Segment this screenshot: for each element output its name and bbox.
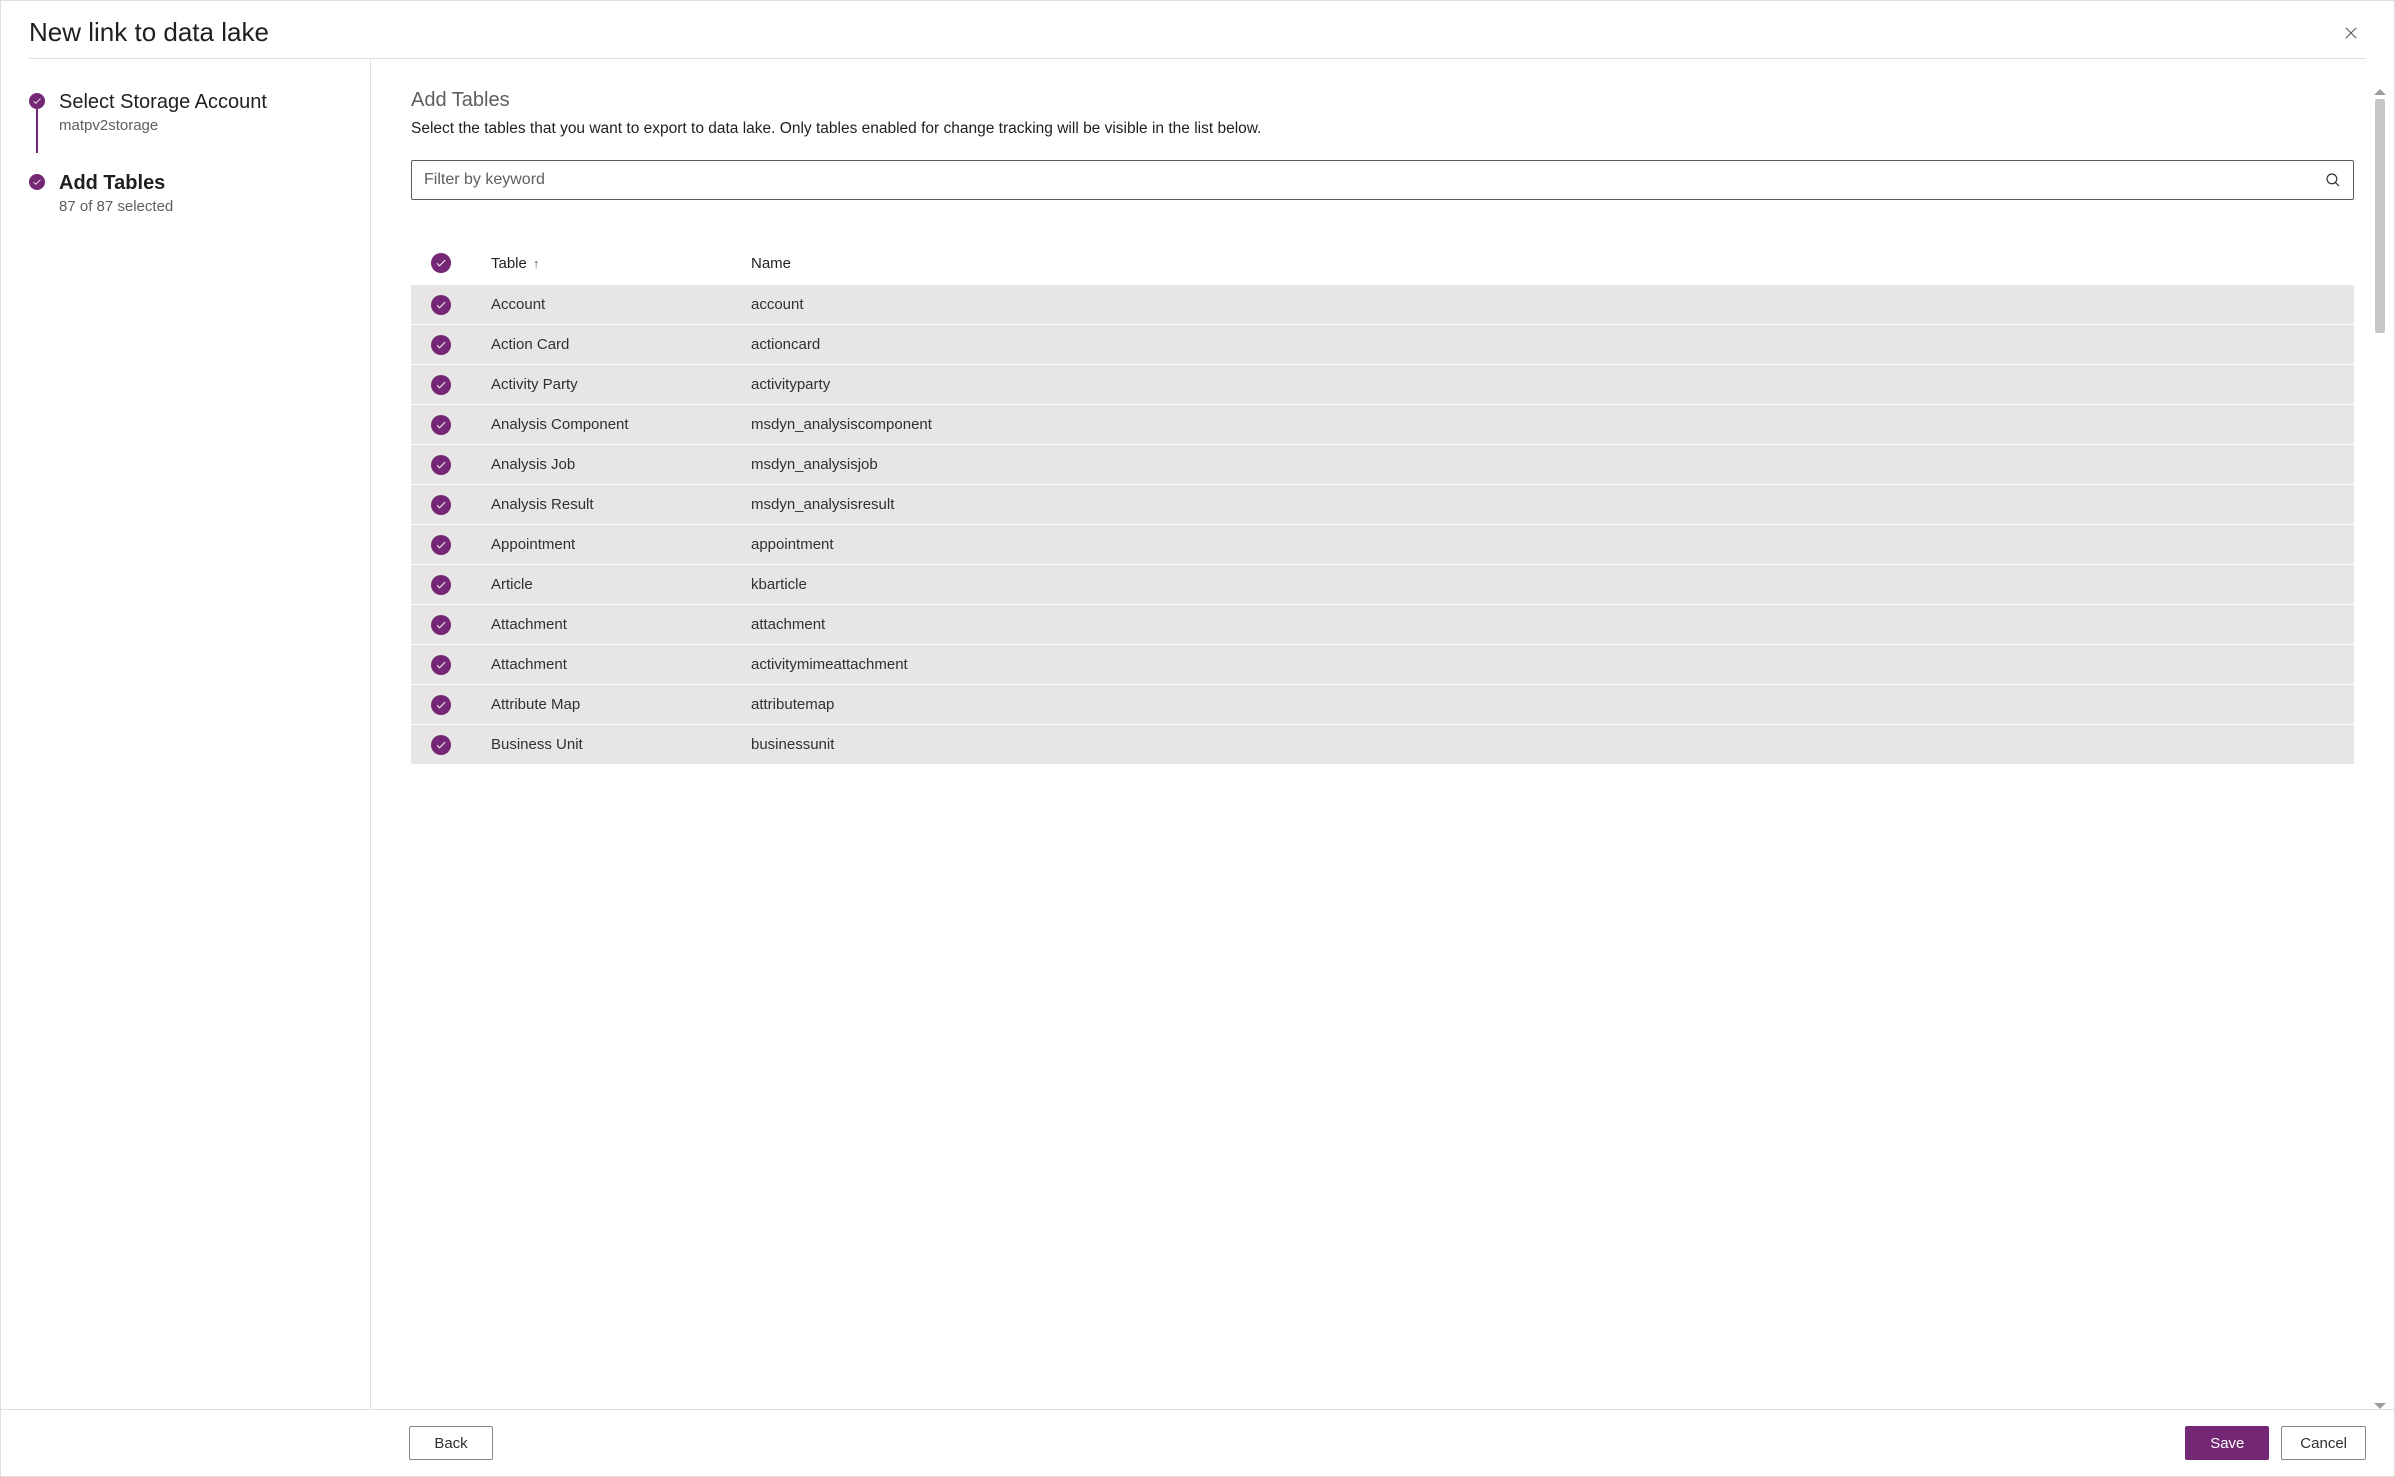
cell-table: Attachment	[491, 616, 751, 633]
dialog-title: New link to data lake	[29, 17, 269, 48]
table-row[interactable]: Business Unitbusinessunit	[411, 724, 2354, 764]
dialog-footer: Back Save Cancel	[1, 1409, 2394, 1476]
row-checkbox[interactable]	[431, 335, 451, 355]
filter-wrapper	[411, 160, 2354, 200]
dialog-header: New link to data lake	[1, 1, 2394, 58]
sort-ascending-icon: ↑	[533, 256, 540, 271]
cell-table: Attribute Map	[491, 696, 751, 713]
table-row[interactable]: Articlekbarticle	[411, 564, 2354, 604]
cell-table: Activity Party	[491, 376, 751, 393]
check-icon	[29, 93, 45, 109]
table-row[interactable]: Attachmentactivitymimeattachment	[411, 644, 2354, 684]
cell-name: activitymimeattachment	[751, 656, 2344, 673]
cell-name: msdyn_analysiscomponent	[751, 416, 2344, 433]
step-title: Select Storage Account	[59, 89, 267, 115]
cell-table: Business Unit	[491, 736, 751, 753]
table-row[interactable]: Attribute Mapattributemap	[411, 684, 2354, 724]
step-subtitle: matpv2storage	[59, 117, 267, 134]
save-button[interactable]: Save	[2185, 1426, 2269, 1460]
step-subtitle: 87 of 87 selected	[59, 198, 173, 215]
table-row[interactable]: Accountaccount	[411, 284, 2354, 324]
cell-table: Analysis Component	[491, 416, 751, 433]
main-panel: Add Tables Select the tables that you wa…	[371, 59, 2394, 1409]
column-label: Name	[751, 255, 791, 272]
step-select-storage-account[interactable]: Select Storage Account matpv2storage	[29, 89, 350, 134]
scroll-thumb[interactable]	[2375, 99, 2385, 333]
table-body: AccountaccountAction CardactioncardActiv…	[411, 284, 2354, 1409]
dialog-body: Select Storage Account matpv2storage Add…	[1, 59, 2394, 1409]
row-checkbox[interactable]	[431, 535, 451, 555]
cancel-button[interactable]: Cancel	[2281, 1426, 2366, 1460]
select-all-checkbox[interactable]	[431, 253, 451, 273]
check-icon	[29, 174, 45, 190]
table-row[interactable]: Activity Partyactivityparty	[411, 364, 2354, 404]
dialog: New link to data lake Select Storage Acc…	[0, 0, 2395, 1477]
column-label: Table	[491, 255, 527, 272]
cell-name: activityparty	[751, 376, 2344, 393]
cell-name: msdyn_analysisjob	[751, 456, 2344, 473]
tables-list: Table ↑ Name AccountaccountAction Cardac…	[411, 242, 2354, 1409]
close-icon	[2342, 30, 2360, 45]
back-button[interactable]: Back	[409, 1426, 493, 1460]
column-header-table[interactable]: Table ↑	[491, 255, 751, 272]
cell-table: Account	[491, 296, 751, 313]
cell-table: Action Card	[491, 336, 751, 353]
row-checkbox[interactable]	[431, 655, 451, 675]
row-checkbox[interactable]	[431, 495, 451, 515]
scroll-down-icon[interactable]	[2374, 1403, 2386, 1409]
panel-heading: Add Tables	[411, 89, 2354, 112]
row-checkbox[interactable]	[431, 415, 451, 435]
step-title: Add Tables	[59, 170, 173, 196]
filter-input[interactable]	[411, 160, 2354, 200]
scroll-track[interactable]	[2372, 99, 2388, 1399]
table-row[interactable]: Analysis Resultmsdyn_analysisresult	[411, 484, 2354, 524]
cell-name: attachment	[751, 616, 2344, 633]
cell-name: attributemap	[751, 696, 2344, 713]
cell-name: kbarticle	[751, 576, 2344, 593]
cell-table: Appointment	[491, 536, 751, 553]
cell-name: msdyn_analysisresult	[751, 496, 2344, 513]
cell-table: Attachment	[491, 656, 751, 673]
cell-name: appointment	[751, 536, 2344, 553]
row-checkbox[interactable]	[431, 455, 451, 475]
scrollbar[interactable]	[2372, 89, 2388, 1409]
cell-name: businessunit	[751, 736, 2344, 753]
panel-description: Select the tables that you want to expor…	[411, 120, 2354, 138]
step-add-tables[interactable]: Add Tables 87 of 87 selected	[29, 170, 350, 215]
row-checkbox[interactable]	[431, 695, 451, 715]
table-row[interactable]: Action Cardactioncard	[411, 324, 2354, 364]
cell-name: account	[751, 296, 2344, 313]
cell-name: actioncard	[751, 336, 2344, 353]
cell-table: Article	[491, 576, 751, 593]
column-header-name[interactable]: Name	[751, 255, 2344, 272]
cell-table: Analysis Result	[491, 496, 751, 513]
close-button[interactable]	[2336, 18, 2366, 48]
table-row[interactable]: Analysis Jobmsdyn_analysisjob	[411, 444, 2354, 484]
wizard-steps: Select Storage Account matpv2storage Add…	[1, 59, 371, 1409]
table-row[interactable]: Attachmentattachment	[411, 604, 2354, 644]
scroll-up-icon[interactable]	[2374, 89, 2386, 95]
table-row[interactable]: Analysis Componentmsdyn_analysiscomponen…	[411, 404, 2354, 444]
table-row[interactable]: Appointmentappointment	[411, 524, 2354, 564]
row-checkbox[interactable]	[431, 375, 451, 395]
row-checkbox[interactable]	[431, 615, 451, 635]
table-header-row: Table ↑ Name	[411, 242, 2354, 284]
cell-table: Analysis Job	[491, 456, 751, 473]
step-connector	[36, 109, 38, 153]
row-checkbox[interactable]	[431, 295, 451, 315]
row-checkbox[interactable]	[431, 575, 451, 595]
row-checkbox[interactable]	[431, 735, 451, 755]
